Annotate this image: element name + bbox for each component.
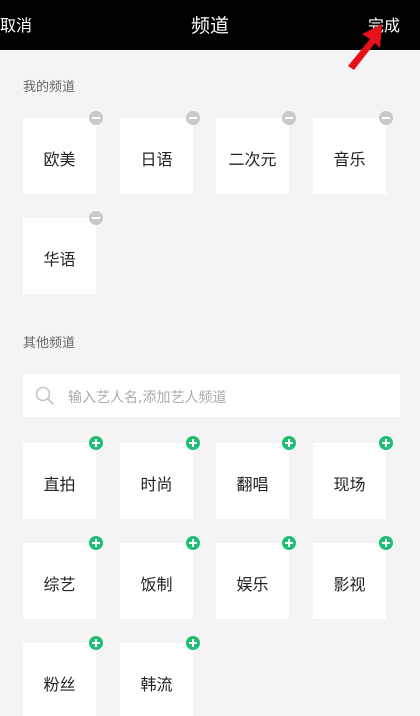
my-channel-tile[interactable]: 音乐 (313, 111, 393, 194)
add-channel-icon[interactable] (186, 436, 200, 450)
add-channel-icon[interactable] (379, 436, 393, 450)
channel-label: 饭制 (140, 575, 173, 594)
other-channel-tile[interactable]: 娱乐 (216, 536, 296, 619)
my-channel-tile[interactable]: 日语 (120, 111, 200, 194)
search-placeholder: 输入艺人名,添加艺人频道 (68, 390, 227, 406)
remove-channel-icon[interactable] (89, 211, 103, 225)
other-channel-tile[interactable]: 影视 (313, 536, 393, 619)
my-channel-tile[interactable]: 二次元 (216, 111, 296, 194)
channel-label: 影视 (333, 575, 366, 594)
my-channel-tile[interactable]: 华语 (23, 211, 103, 294)
remove-channel-icon[interactable] (379, 111, 393, 125)
remove-channel-icon[interactable] (282, 111, 296, 125)
channel-label: 直拍 (43, 475, 76, 494)
other-channel-tile[interactable]: 时尚 (120, 436, 200, 519)
add-channel-icon[interactable] (186, 636, 200, 650)
other-channel-tile[interactable]: 现场 (313, 436, 393, 519)
red-arrow-annotation-icon (348, 24, 382, 70)
channel-label: 现场 (333, 475, 366, 494)
channel-label: 粉丝 (43, 675, 76, 694)
search-icon (35, 386, 54, 405)
channel-label: 日语 (140, 150, 173, 169)
channel-label: 综艺 (43, 575, 76, 594)
channel-label: 时尚 (140, 475, 173, 494)
channel-label: 华语 (43, 250, 76, 269)
channel-label: 韩流 (140, 675, 173, 694)
channel-label: 音乐 (333, 150, 366, 169)
other-channel-tile[interactable]: 综艺 (23, 536, 103, 619)
add-channel-icon[interactable] (186, 536, 200, 550)
artist-search-input[interactable]: 输入艺人名,添加艺人频道 (23, 374, 400, 417)
add-channel-icon[interactable] (282, 536, 296, 550)
channel-label: 欧美 (43, 150, 76, 169)
other-channel-tile[interactable]: 翻唱 (216, 436, 296, 519)
my-channel-tile[interactable]: 欧美 (23, 111, 103, 194)
add-channel-icon[interactable] (89, 536, 103, 550)
remove-channel-icon[interactable] (186, 111, 200, 125)
other-channel-tile[interactable]: 粉丝 (23, 636, 103, 716)
add-channel-icon[interactable] (89, 636, 103, 650)
add-channel-icon[interactable] (89, 436, 103, 450)
channel-label: 二次元 (228, 150, 277, 169)
channel-label: 娱乐 (236, 575, 269, 594)
add-channel-icon[interactable] (379, 536, 393, 550)
other-channel-tile[interactable]: 直拍 (23, 436, 103, 519)
channel-label: 翻唱 (236, 475, 269, 494)
my-channels-label: 我的频道 (23, 80, 76, 95)
remove-channel-icon[interactable] (89, 111, 103, 125)
other-channels-label: 其他频道 (23, 336, 76, 351)
other-channel-tile[interactable]: 饭制 (120, 536, 200, 619)
other-channel-tile[interactable]: 韩流 (120, 636, 200, 716)
add-channel-icon[interactable] (282, 436, 296, 450)
